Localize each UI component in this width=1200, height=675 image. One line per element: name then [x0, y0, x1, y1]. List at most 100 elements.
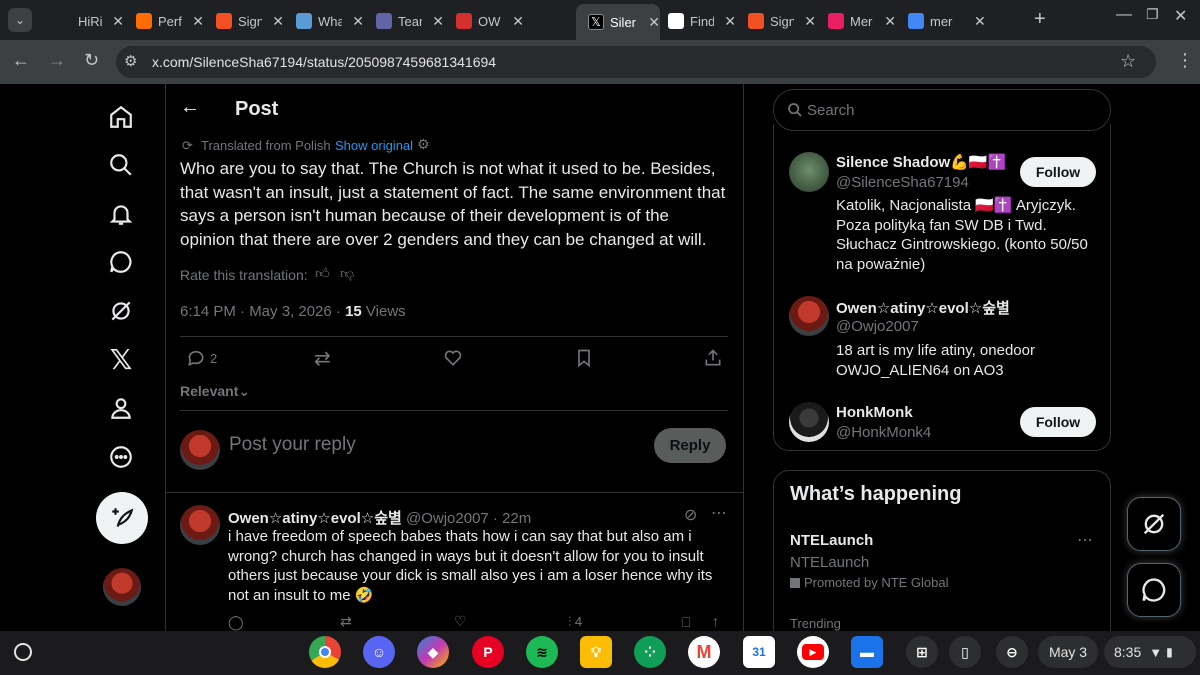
follow-button[interactable]: Follow [1020, 407, 1096, 437]
spotify-icon[interactable]: ≋ [526, 636, 558, 668]
discord-icon[interactable]: ☺ [363, 636, 395, 668]
bookmark-icon[interactable] [574, 348, 594, 373]
translation-settings-icon[interactable]: ⚙ [417, 136, 430, 153]
reply-more-icon[interactable]: ⋯ [711, 503, 727, 523]
person-avatar[interactable] [789, 402, 829, 442]
site-info-icon[interactable]: ⚙ [124, 52, 137, 70]
sort-relevant-dropdown[interactable]: Relevant⌄ [180, 383, 250, 400]
grok-icon[interactable] [104, 294, 138, 328]
date-pill[interactable]: May 3 [1038, 636, 1098, 668]
back-arrow-icon[interactable]: ← [180, 96, 200, 119]
reply-author-handle[interactable]: @Owjo2007 · 22m [406, 510, 531, 527]
tab-close-icon[interactable]: ✕ [112, 13, 124, 30]
keep-icon[interactable]: 💡︎ [580, 636, 612, 668]
person-avatar[interactable] [789, 152, 829, 192]
thumbs-down-icon[interactable]: 👎︎ [340, 265, 354, 282]
grok-explain-icon[interactable]: ⊘ [684, 505, 697, 525]
share-icon[interactable] [703, 348, 723, 373]
new-tab-icon[interactable]: + [1034, 8, 1046, 31]
reply-action[interactable]: 2 [186, 348, 217, 368]
reply-like-icon[interactable]: ♡ [454, 613, 467, 630]
person-name[interactable]: Owen☆atiny☆evol☆숲별 [836, 297, 1010, 318]
tab-close-icon[interactable]: ✕ [432, 13, 444, 30]
person-handle[interactable]: @HonkMonk4 [836, 424, 931, 441]
person-name[interactable]: Silence Shadow💪🇵🇱✝️ [836, 153, 1006, 171]
status-tray[interactable]: 8:35 ▼ ▮ [1104, 636, 1196, 668]
browser-tab[interactable]: HiRi ✕ [44, 6, 124, 36]
pinterest-icon[interactable]: P [472, 636, 504, 668]
person-name[interactable]: HonkMonk [836, 404, 913, 421]
account-avatar[interactable] [103, 568, 141, 606]
x-logo-icon[interactable]: 𝕏 [104, 342, 138, 376]
explore-search-icon[interactable] [104, 148, 138, 182]
person-avatar[interactable] [789, 296, 829, 336]
home-icon[interactable] [104, 100, 138, 134]
person-handle[interactable]: @Owjo2007 [836, 318, 919, 335]
browser-tab[interactable]: Wha ✕ [284, 6, 364, 36]
profile-icon[interactable] [104, 391, 138, 425]
youtube-icon[interactable]: ▶ [797, 636, 829, 668]
browser-tab[interactable]: mer ✕ [896, 6, 1020, 36]
reply-bookmark-icon[interactable]: ⎕ [682, 614, 690, 631]
back-icon[interactable]: ← [12, 50, 30, 71]
do-not-disturb-icon[interactable]: ⊖ [996, 636, 1028, 668]
tab-close-icon[interactable]: ✕ [974, 13, 986, 30]
reply-button[interactable]: Reply [654, 428, 726, 463]
browser-menu-icon[interactable]: ⋮ [1176, 50, 1194, 71]
trend-title[interactable]: NTELaunch [790, 532, 873, 549]
grok-fab-button[interactable] [1127, 497, 1181, 551]
forward-icon[interactable]: → [48, 50, 66, 71]
messages-fab-button[interactable] [1127, 563, 1181, 617]
tab-close-icon[interactable]: ✕ [352, 13, 364, 30]
tab-close-icon[interactable]: ✕ [512, 13, 524, 30]
browser-tab[interactable]: 𝕏 Siler ✕ [576, 4, 660, 40]
repost-icon[interactable]: ⇄ [314, 346, 331, 371]
trend-more-icon[interactable]: ⋯ [1077, 530, 1093, 550]
files-icon[interactable]: ▬ [851, 636, 883, 668]
like-heart-icon[interactable] [443, 348, 463, 373]
tab-close-icon[interactable]: ✕ [804, 13, 816, 30]
chrome-icon[interactable] [309, 636, 341, 668]
reply-repost-icon[interactable]: ⇄ [340, 613, 352, 630]
messages-icon[interactable] [104, 245, 138, 279]
browser-tab[interactable]: Tear ✕ [364, 6, 444, 36]
calendar-icon[interactable]: 31 [743, 636, 775, 668]
phone-hub-icon[interactable]: ▯ [949, 636, 981, 668]
minimize-icon[interactable]: — [1116, 6, 1132, 24]
browser-tab[interactable]: Perf ✕ [124, 6, 204, 36]
reply-share-icon[interactable]: ↑ [712, 613, 719, 629]
tab-search-chevron-icon[interactable]: ⌄ [8, 8, 32, 32]
notifications-bell-icon[interactable] [104, 197, 138, 231]
browser-tab[interactable]: Mer ✕ [816, 6, 896, 36]
search-input[interactable]: Search [807, 102, 855, 119]
person-handle[interactable]: @SilenceSha67194 [836, 174, 969, 191]
show-original-link[interactable]: Show original [335, 138, 413, 153]
url-text[interactable]: x.com/SilenceSha67194/status/20509874596… [152, 54, 496, 70]
tab-close-icon[interactable]: ✕ [884, 13, 896, 30]
browser-tab[interactable]: Sign ✕ [204, 6, 284, 36]
reload-icon[interactable]: ↻ [84, 50, 99, 71]
tab-close-icon[interactable]: ✕ [272, 13, 284, 30]
reply-author-avatar[interactable] [180, 505, 220, 545]
reply-input[interactable]: Post your reply [229, 434, 356, 456]
bookmark-star-icon[interactable]: ☆ [1120, 51, 1136, 72]
post-timestamp[interactable]: 6:14 PM · May 3, 2026 · [180, 303, 345, 320]
copilot-icon[interactable]: ◆ [417, 636, 449, 668]
follow-button[interactable]: Follow [1020, 157, 1096, 187]
browser-tab[interactable]: Find ✕ [656, 6, 736, 36]
reply-reply-icon[interactable]: ◯ [228, 614, 244, 631]
tab-close-icon[interactable]: ✕ [724, 13, 736, 30]
reply-author-name[interactable]: Owen☆atiny☆evol☆숲별 [228, 510, 402, 527]
tab-close-icon[interactable]: ✕ [192, 13, 204, 30]
compose-post-button[interactable] [96, 492, 148, 544]
classroom-icon[interactable]: ⁘ [634, 636, 666, 668]
thumbs-up-icon[interactable]: 👍︎ [315, 265, 330, 282]
screen-capture-icon[interactable]: ⊞ [906, 636, 938, 668]
launcher-icon[interactable] [14, 643, 32, 661]
close-window-icon[interactable]: ✕ [1174, 6, 1187, 26]
browser-tab[interactable]: Sign ✕ [736, 6, 816, 36]
more-circle-icon[interactable] [104, 440, 138, 474]
restore-icon[interactable]: ❐ [1146, 6, 1159, 23]
gmail-icon[interactable]: M [688, 636, 720, 668]
browser-tab[interactable]: OW ✕ [444, 6, 524, 36]
